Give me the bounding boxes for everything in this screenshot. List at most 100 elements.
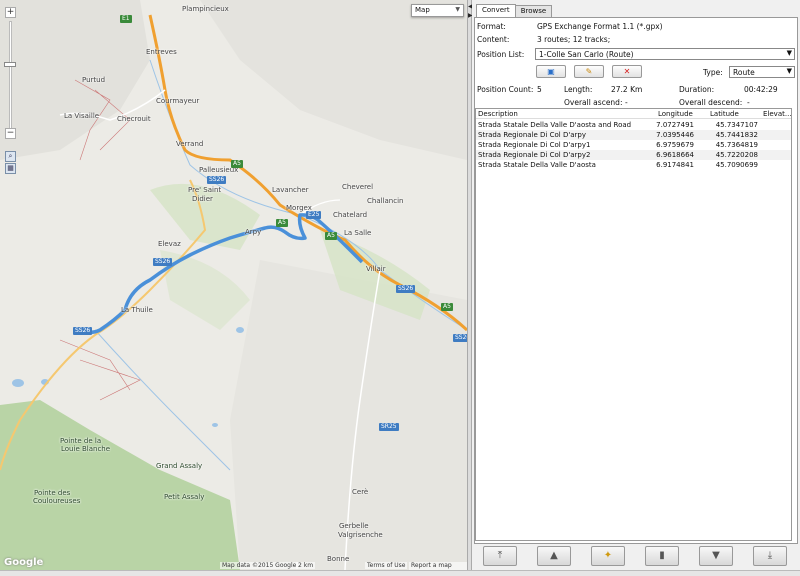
cell-latitude: 45.7220208 [715, 151, 758, 159]
duration-value: 00:42:29 [744, 85, 778, 94]
place-label: Petit Assaly [164, 493, 205, 501]
type-select[interactable]: Route ▼ [729, 66, 795, 78]
road-shield: SR25 [379, 423, 399, 431]
cell-description: Strada Statale Della Valle D'aosta [478, 161, 596, 169]
arrow-up-icon: ▲ [550, 550, 558, 561]
type-label: Type: [703, 68, 723, 77]
place-label: Louie Blanche [61, 445, 111, 453]
cell-description: Strada Regionale Di Col D'arpy [478, 131, 587, 139]
descend-value: - [747, 98, 750, 107]
place-label: Valgrisenche [338, 531, 383, 539]
position-count-value: 5 [537, 85, 542, 94]
length-value: 27.2 Km [611, 85, 643, 94]
ascend-value: - [625, 98, 628, 107]
table-row[interactable]: Strada Regionale Di Col D'arpy2 6.9618664… [476, 150, 791, 160]
cell-longitude: 6.9618664 [656, 151, 694, 159]
zoom-in-button[interactable]: + [5, 7, 16, 18]
place-label: Cerè [352, 488, 369, 496]
table-row[interactable]: Strada Statale Della Valle D'aosta 6.9174… [476, 160, 791, 170]
column-header-latitude[interactable]: Latitude [710, 110, 739, 118]
open-button[interactable]: ▣ [536, 65, 566, 78]
position-list-label: Position List: [477, 50, 525, 59]
trash-icon: ▮ [659, 550, 665, 561]
add-star-icon: ✦ [603, 550, 613, 561]
place-label: Cheverel [342, 183, 374, 191]
column-header-description[interactable]: Description [478, 110, 518, 118]
move-to-bottom-button[interactable]: ⤓ [753, 546, 787, 566]
place-label: Grand Assaly [156, 462, 203, 470]
format-label: Format: [477, 22, 506, 31]
report-error-link[interactable]: Report a map error [409, 562, 467, 570]
positions-table[interactable]: Description Longitude Latitude Elevat...… [475, 108, 792, 541]
tab-convert[interactable]: Convert [476, 4, 516, 18]
status-bar [0, 570, 800, 576]
table-row[interactable]: Strada Statale Della Valle D'aosta and R… [476, 120, 791, 130]
pencil-icon: ✎ [585, 67, 593, 76]
chevron-down-icon: ▼ [786, 49, 792, 57]
place-label: Chatelard [333, 211, 368, 219]
road-shield: SS26 [453, 334, 467, 342]
move-to-top-button[interactable]: ⤒ [483, 546, 517, 566]
road-shield: A5 [325, 232, 337, 240]
cell-longitude: 6.9759679 [656, 141, 694, 149]
move-top-icon: ⤒ [497, 550, 503, 561]
road-shield: A5 [276, 219, 288, 227]
place-label: La Thuile [121, 306, 153, 314]
cell-latitude: 45.7441832 [715, 131, 758, 139]
descend-label: Overall descend: [679, 98, 743, 107]
terms-link[interactable]: Terms of Use [365, 562, 408, 569]
place-label: Villair [366, 265, 386, 273]
road-shield: SS26 [153, 258, 173, 266]
edit-button[interactable]: ✎ [574, 65, 604, 78]
place-label: Checrouit [117, 115, 151, 123]
place-label: Purtud [82, 76, 106, 84]
position-list-value: 1-Colle San Carlo (Route) [539, 50, 634, 59]
cell-latitude: 45.7364819 [715, 141, 758, 149]
place-label: Plampincieux [182, 5, 229, 13]
format-value: GPS Exchange Format 1.1 (*.gpx) [537, 22, 663, 31]
table-row[interactable]: Strada Regionale Di Col D'arpy 7.0395446 4… [476, 130, 791, 140]
chevron-down-icon: ▼ [455, 6, 460, 13]
delete-button[interactable]: ✕ [612, 65, 642, 78]
map-type-select[interactable]: Map ▼ [411, 4, 464, 17]
chevron-down-icon: ▼ [786, 67, 792, 75]
length-label: Length: [564, 85, 593, 94]
navigation-bar: ⤒ ▲ ✦ ▮ ▼ ⤓ [472, 546, 800, 570]
move-up-button[interactable]: ▲ [537, 546, 571, 566]
ascend-label: Overall ascend: [564, 98, 623, 107]
arrow-down-icon: ▼ [712, 550, 720, 561]
place-label: La Visaille [64, 112, 100, 120]
place-label: Arpy [245, 228, 262, 236]
table-row[interactable]: Strada Regionale Di Col D'arpy1 6.9759679… [476, 140, 791, 150]
zoom-box-icon[interactable]: ▦ [5, 163, 16, 174]
column-header-elevation[interactable]: Elevat... [763, 110, 792, 118]
cell-latitude: 45.7090699 [715, 161, 758, 169]
move-down-button[interactable]: ▼ [699, 546, 733, 566]
delete-position-button[interactable]: ▮ [645, 546, 679, 566]
zoom-slider-handle[interactable] [4, 62, 16, 67]
convert-panel: Convert Browse Format: GPS Exchange Forma… [472, 0, 800, 576]
type-value: Route [733, 68, 755, 77]
content-value: 3 routes; 12 tracks; [537, 35, 611, 44]
road-shield: E25 [306, 211, 322, 219]
place-label: Didier [192, 195, 213, 203]
add-position-button[interactable]: ✦ [591, 546, 625, 566]
place-label: Gerbelle [339, 522, 369, 530]
place-label: Verrand [176, 140, 204, 148]
position-list-select[interactable]: 1-Colle San Carlo (Route) ▼ [535, 48, 795, 60]
map-footer: Map data ©2015 Google 2 km Terms of Use … [0, 560, 467, 570]
place-label: Pointe de la [60, 437, 102, 445]
cell-longitude: 7.0727491 [656, 121, 694, 129]
place-label: Pointe des [34, 489, 71, 497]
cell-description: Strada Regionale Di Col D'arpy1 [478, 141, 591, 149]
zoom-out-button[interactable]: − [5, 128, 16, 139]
road-shield: SS26 [73, 327, 93, 335]
place-label: Challancin [367, 197, 404, 205]
zoom-slider[interactable] [9, 21, 12, 131]
map-view[interactable]: Map ▼ + − ⌕ ▦ Plampincieux Entreves Purt… [0, 0, 467, 570]
place-label: Couloureuses [33, 497, 81, 505]
magnifier-icon[interactable]: ⌕ [5, 151, 16, 162]
column-header-longitude[interactable]: Longitude [658, 110, 693, 118]
delete-icon: ✕ [623, 67, 631, 76]
road-shield: SS26 [396, 285, 416, 293]
